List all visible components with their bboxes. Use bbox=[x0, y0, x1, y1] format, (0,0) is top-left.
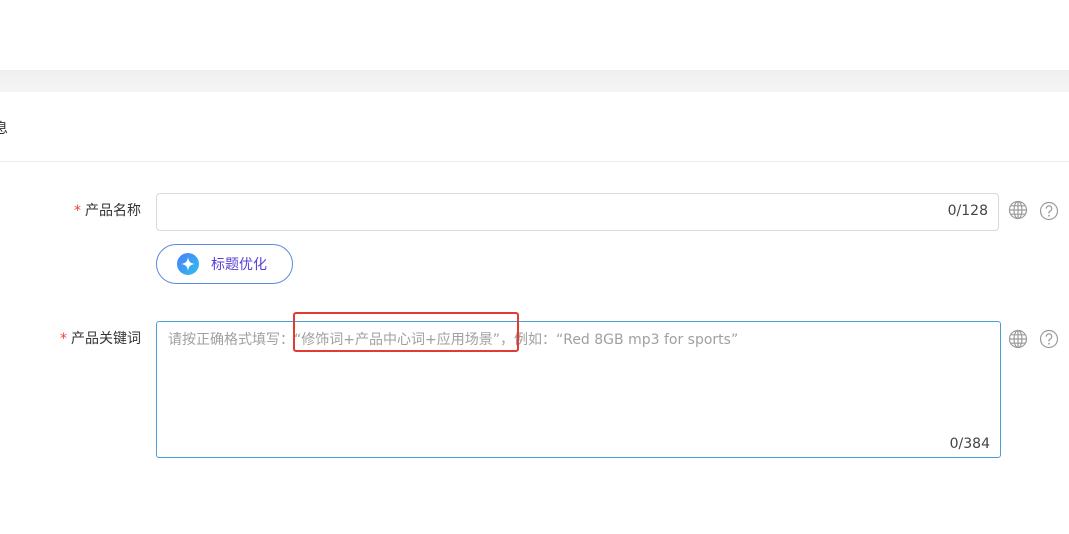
section-separator bbox=[0, 70, 1069, 92]
divider bbox=[0, 161, 1069, 162]
annotation-highlight-box bbox=[293, 312, 519, 352]
product-keywords-label-text: 产品关键词 bbox=[71, 331, 141, 347]
product-name-counter: 0/128 bbox=[947, 203, 988, 219]
product-keywords-counter: 0/384 bbox=[949, 436, 990, 452]
top-blank-area bbox=[0, 0, 1069, 70]
product-name-label-text: 产品名称 bbox=[85, 203, 141, 219]
question-icon[interactable] bbox=[1039, 329, 1059, 349]
required-mark: * bbox=[60, 331, 67, 347]
title-optimize-label: 标题优化 bbox=[211, 257, 267, 273]
product-name-label: * 产品名称 bbox=[0, 200, 141, 220]
required-mark: * bbox=[74, 203, 81, 219]
section-title: 息 bbox=[0, 121, 8, 137]
title-optimize-button[interactable]: 标题优化 bbox=[156, 244, 293, 284]
globe-icon[interactable] bbox=[1008, 200, 1028, 220]
globe-icon[interactable] bbox=[1008, 329, 1028, 349]
star-sparkle-icon bbox=[177, 253, 199, 275]
product-keywords-label: * 产品关键词 bbox=[0, 328, 141, 348]
product-name-input[interactable]: 0/128 bbox=[156, 193, 999, 231]
product-keywords-textarea[interactable]: 请按正确格式填写：“修饰词+产品中心词+应用场景”，例如：“Red 8GB mp… bbox=[156, 321, 1001, 458]
question-icon[interactable] bbox=[1039, 201, 1059, 221]
